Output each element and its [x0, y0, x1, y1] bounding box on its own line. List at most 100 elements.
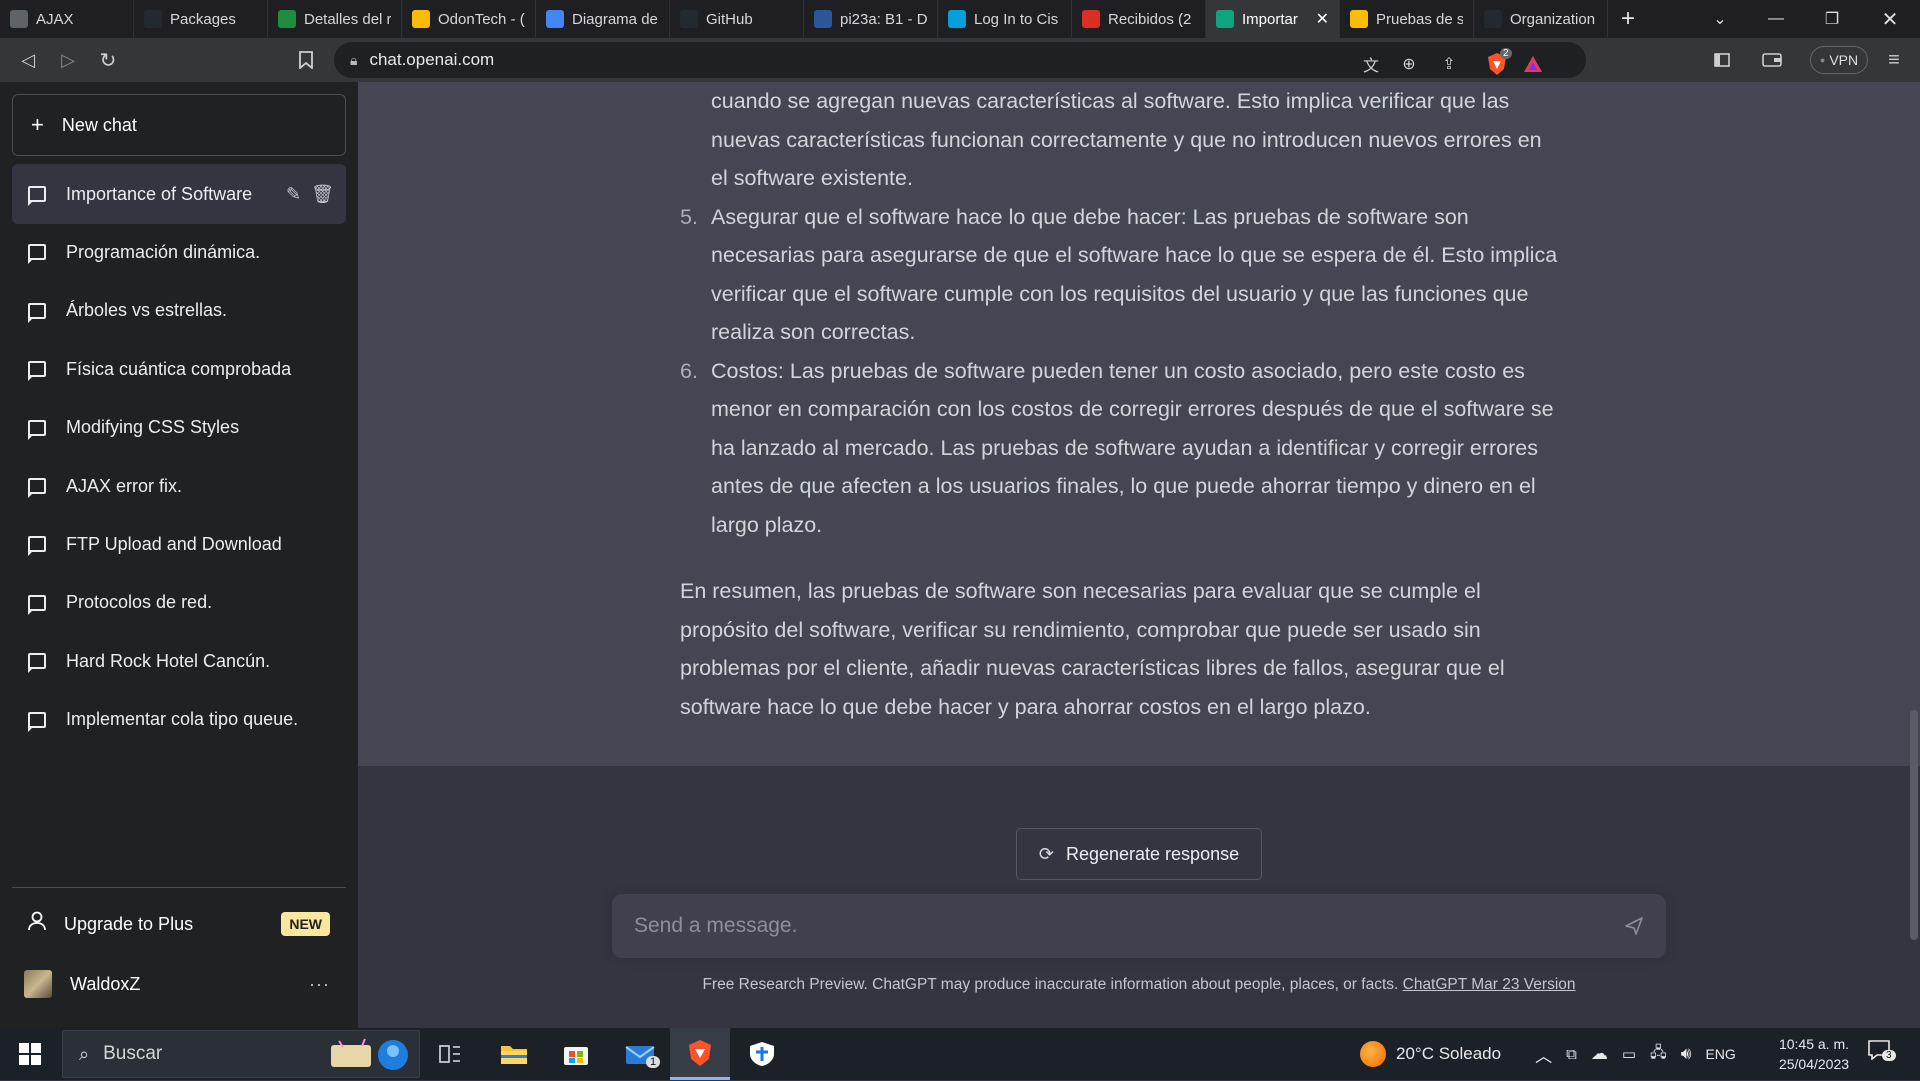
tab-label: pi23a: B1 - D	[840, 10, 927, 28]
browser-tab[interactable]: Detalles del r	[268, 0, 402, 38]
browser-tab[interactable]: Recibidos (2	[1072, 0, 1206, 38]
user-icon	[28, 911, 46, 937]
chat-bubble-icon	[28, 419, 46, 440]
brave-shields-icon[interactable]: 2	[1480, 46, 1514, 82]
browser-tab[interactable]: Organization	[1474, 0, 1608, 38]
weather-text[interactable]: 20°C Soleado	[1396, 1044, 1501, 1064]
browser-tab[interactable]: OdonTech - (	[402, 0, 536, 38]
tab-search-chevron-icon[interactable]: ⌄	[1692, 0, 1748, 38]
close-window-button[interactable]: ✕	[1862, 0, 1918, 38]
back-button[interactable]: ◁	[8, 40, 48, 80]
conversation-actions: ✎ 🗑︎	[286, 184, 346, 205]
battery-icon[interactable]: ▭	[1622, 1045, 1636, 1063]
vpn-shield-app-icon[interactable]	[732, 1028, 792, 1080]
url-text: chat.openai.com	[369, 50, 495, 69]
text-line: antes de que afecten a los usuarios fina…	[711, 474, 1536, 498]
task-view-icon[interactable]	[420, 1028, 480, 1080]
file-explorer-icon[interactable]	[484, 1028, 544, 1080]
vpn-button[interactable]: ● VPN	[1810, 46, 1868, 74]
tab-label: AJAX	[36, 10, 74, 28]
new-chat-button[interactable]: + New chat	[12, 94, 346, 156]
browser-tab[interactable]: pi23a: B1 - D	[804, 0, 938, 38]
trash-icon[interactable]: 🗑︎	[311, 184, 334, 205]
version-link[interactable]: ChatGPT Mar 23 Version	[1403, 976, 1576, 993]
tab-label: Organization	[1510, 10, 1596, 28]
conversation-item[interactable]: Física cuántica comprobada	[12, 339, 346, 399]
mail-icon[interactable]: 1	[610, 1028, 670, 1080]
forward-button[interactable]: ▷	[48, 40, 88, 80]
network-icon[interactable]: 🖧︎	[1650, 1042, 1667, 1067]
conversation-title: Importance of Software	[66, 183, 253, 204]
plus-icon: +	[31, 112, 44, 137]
browser-tab[interactable]: Importar ✕	[1206, 0, 1340, 38]
edit-icon[interactable]: ✎	[286, 184, 301, 205]
text-line: Costos: Las pruebas de software pueden t…	[711, 358, 1525, 383]
list-item: 5. Asegurar que el software hace lo que d…	[680, 198, 1590, 352]
conversation-item[interactable]: Protocolos de red.	[12, 573, 346, 633]
volume-icon[interactable]: 🔊︎	[1681, 1044, 1692, 1064]
message-input[interactable]	[634, 894, 1594, 958]
user-menu-button[interactable]: WaldoxZ ···	[12, 958, 346, 1010]
sidebar-toggle-icon[interactable]	[1702, 40, 1742, 80]
text-line: nuevas características funcionan correct…	[711, 127, 1542, 152]
browser-tab[interactable]: Pruebas de s	[1340, 0, 1474, 38]
cisco-icon	[948, 10, 966, 28]
share-icon[interactable]: ⇪	[1432, 46, 1466, 82]
onedrive-cloud-icon[interactable]: ☁	[1591, 1044, 1608, 1064]
scrollbar[interactable]	[1910, 710, 1918, 940]
windows-start-icon[interactable]	[0, 1028, 60, 1080]
conversation-title: Protocolos de red.	[66, 592, 213, 613]
address-bar[interactable]: 🔒︎ chat.openai.com 文 ⊕ ⇪ 2	[334, 42, 1586, 78]
browser-tab[interactable]: Log In to Cis	[938, 0, 1072, 38]
docs-icon	[546, 10, 564, 28]
conversation-item[interactable]: AJAX error fix.	[12, 456, 346, 516]
conversation-title: AJAX error fix.	[66, 475, 183, 496]
browser-tab[interactable]: GitHub	[670, 0, 804, 38]
microsoft-store-icon[interactable]	[546, 1028, 606, 1080]
clock[interactable]: 10:45 a. m. 25/04/2023	[1766, 1034, 1862, 1074]
conversation-title: Modifying CSS Styles	[66, 417, 240, 438]
minimize-button[interactable]: —	[1748, 0, 1804, 38]
brave-rewards-icon[interactable]	[1516, 46, 1550, 82]
bookmark-icon[interactable]	[286, 40, 326, 80]
chat-bubble-icon	[28, 478, 46, 498]
language-indicator[interactable]: ENG	[1705, 1046, 1735, 1062]
disclaimer-text: Free Research Preview. ChatGPT may produ…	[358, 976, 1920, 994]
conversation-item[interactable]: Modifying CSS Styles	[12, 398, 346, 458]
menu-icon[interactable]: ≡	[1874, 40, 1914, 80]
tray-chevron-up-icon[interactable]: ︿	[1535, 1042, 1552, 1067]
conversation-item[interactable]: Hard Rock Hotel Cancún.	[12, 631, 346, 691]
more-options-icon[interactable]: ···	[309, 974, 330, 995]
conversation-item[interactable]: Importance of Software ✎ 🗑︎	[12, 164, 346, 224]
browser-tab[interactable]: Diagrama de	[536, 0, 670, 38]
list-number: 5.	[680, 204, 698, 229]
tab-label: OdonTech - (	[438, 10, 525, 28]
close-tab-icon[interactable]: ✕	[1316, 9, 1329, 29]
taskbar-search[interactable]: ⌕ Buscar	[62, 1030, 420, 1078]
restore-button[interactable]: ❐	[1804, 0, 1860, 38]
browser-tab[interactable]: AJAX	[0, 0, 134, 38]
conversation-item[interactable]: Implementar cola tipo queue.	[12, 690, 346, 750]
meet-now-icon[interactable]: ⧉	[1566, 1046, 1577, 1063]
disclaimer-body: Free Research Preview. ChatGPT may produ…	[702, 976, 1403, 993]
upgrade-to-plus-button[interactable]: Upgrade to Plus NEW	[12, 898, 346, 950]
zoom-icon[interactable]: ⊕	[1392, 46, 1426, 82]
conversation-item[interactable]: Programación dinámica.	[12, 222, 346, 282]
reload-button[interactable]: ↻	[88, 40, 128, 80]
search-highlight-illustration-icon	[325, 1035, 411, 1081]
brave-browser-icon[interactable]	[670, 1028, 730, 1080]
text-line: problemas por el cliente, añadir nuevas …	[680, 656, 1505, 680]
conversation-item[interactable]: Árboles vs estrellas.	[12, 281, 346, 341]
conversation-item[interactable]: FTP Upload and Download	[12, 514, 346, 574]
avatar	[24, 970, 52, 998]
new-tab-button[interactable]: +	[1608, 0, 1648, 38]
browser-tab[interactable]: Packages	[134, 0, 268, 38]
openai-icon	[1216, 10, 1234, 28]
send-icon[interactable]	[1622, 914, 1646, 938]
wallet-icon[interactable]	[1752, 40, 1792, 80]
translate-icon[interactable]: 文	[1354, 46, 1388, 82]
notifications-icon[interactable]: 3	[1868, 1040, 1904, 1068]
text-line: En resumen, las pruebas de software son …	[680, 579, 1481, 603]
windows-taskbar: ⌕ Buscar 1 20°C Soleado ︿ ⧉ ☁ ▭ 🖧︎ 🔊︎ EN…	[0, 1028, 1920, 1080]
regenerate-response-button[interactable]: ⟳ Regenerate response	[1016, 828, 1262, 880]
